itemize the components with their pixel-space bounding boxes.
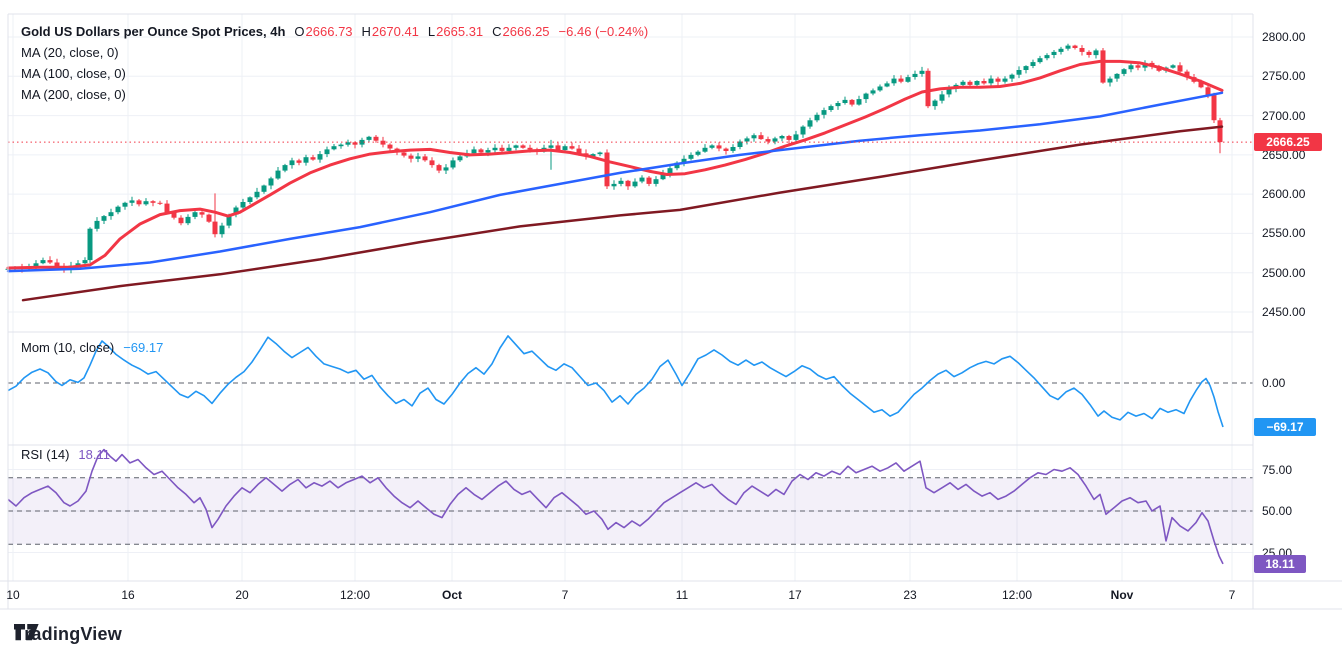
chart-widget: Gold US Dollars per Ounce Spot Prices, 4…: [0, 0, 1342, 659]
moving-averages: [8, 61, 1222, 300]
price-tick-label: 75.00: [1262, 464, 1292, 476]
time-tick-label: 16: [121, 589, 134, 601]
ma100-legend[interactable]: MA (100, close, 0): [21, 66, 126, 81]
time-tick-label: 23: [903, 589, 916, 601]
time-tick-label: 12:00: [1002, 589, 1032, 601]
ma20-line: [8, 61, 1222, 268]
time-tick-label: Oct: [442, 589, 462, 601]
rsi-value-badge: 18.11: [1254, 555, 1306, 573]
price-tick-label: 2800.00: [1262, 31, 1305, 43]
price-tick-label: 2500.00: [1262, 267, 1305, 279]
momentum-legend[interactable]: Mom (10, close) −69.17: [21, 340, 163, 355]
ohlc-low: L2665.31: [428, 24, 483, 39]
price-change: −6.46 (−0.24%): [559, 24, 649, 39]
time-tick-label: 17: [788, 589, 801, 601]
ohlc-open: O2666.73: [294, 24, 352, 39]
ma20-legend[interactable]: MA (20, close, 0): [21, 45, 119, 60]
last-price-badge: 2666.25: [1254, 133, 1322, 151]
price-tick-label: 0.00: [1262, 377, 1285, 389]
price-tick-label: 2750.00: [1262, 70, 1305, 82]
time-tick-label: 20: [235, 589, 248, 601]
momentum-plot: [8, 336, 1223, 427]
time-tick-label: 12:00: [340, 589, 370, 601]
price-tick-label: 50.00: [1262, 505, 1292, 517]
time-tick-label: Nov: [1111, 589, 1134, 601]
symbol-legend[interactable]: Gold US Dollars per Ounce Spot Prices, 4…: [21, 24, 648, 39]
price-tick-label: 2700.00: [1262, 110, 1305, 122]
price-tick-label: 2550.00: [1262, 227, 1305, 239]
ohlc-high: H2670.41: [362, 24, 419, 39]
rsi-legend[interactable]: RSI (14) 18.11: [21, 447, 110, 462]
chart-canvas[interactable]: [0, 0, 1342, 659]
tradingview-logo-icon: [14, 624, 39, 641]
ma200-legend[interactable]: MA (200, close, 0): [21, 87, 126, 102]
rsi-value: 18.11: [78, 447, 110, 462]
time-tick-label: 10: [6, 589, 19, 601]
time-tick-label: 7: [1229, 589, 1236, 601]
ohlc-close: C2666.25: [492, 24, 549, 39]
symbol-title: Gold US Dollars per Ounce Spot Prices, 4…: [21, 24, 285, 39]
time-tick-label: 11: [676, 589, 688, 601]
momentum-line: [8, 336, 1223, 427]
momentum-value: −69.17: [123, 340, 163, 355]
ma100-line: [8, 93, 1222, 271]
tradingview-logo[interactable]: TradingView: [14, 624, 122, 645]
momentum-value-badge: −69.17: [1254, 418, 1316, 436]
time-tick-label: 7: [562, 589, 569, 601]
price-tick-label: 2600.00: [1262, 188, 1305, 200]
price-tick-label: 2450.00: [1262, 306, 1305, 318]
